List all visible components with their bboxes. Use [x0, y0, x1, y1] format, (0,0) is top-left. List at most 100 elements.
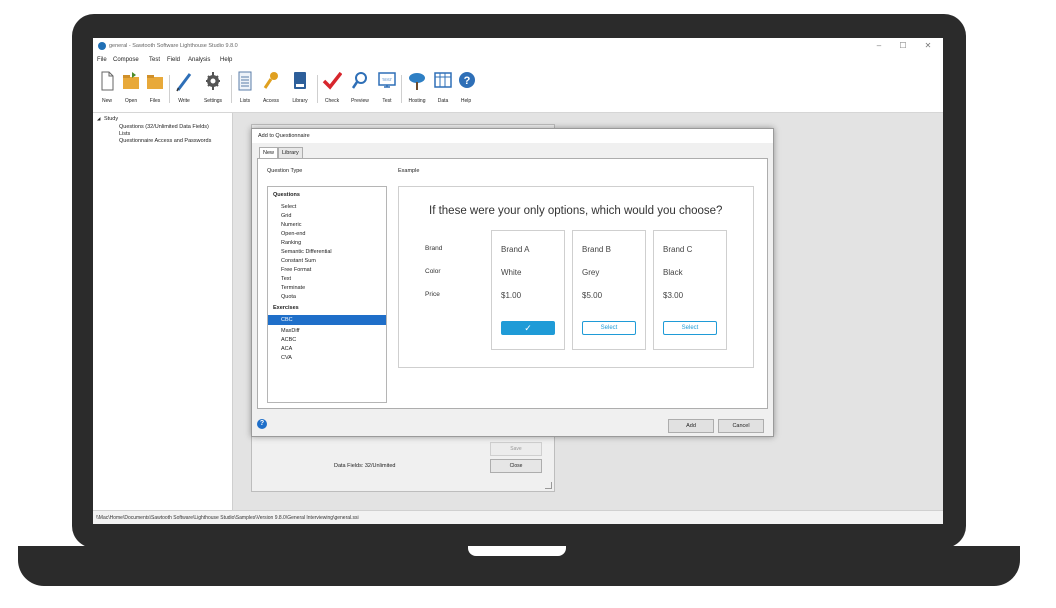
list-item-constant-sum[interactable]: Constant Sum — [281, 258, 316, 264]
open-label: Open — [124, 98, 138, 104]
open-button[interactable]: Open — [121, 69, 141, 111]
files-label: Files — [149, 98, 161, 104]
card-brand: Brand C — [663, 245, 693, 254]
list-item-open-end[interactable]: Open-end — [281, 231, 305, 237]
tree-item-questions[interactable]: Questions (32/Unlimited Data Fields) — [119, 124, 209, 130]
concept-card: Brand B Grey $5.00 Select — [572, 230, 646, 350]
magnifier-icon — [351, 72, 367, 89]
preview-button[interactable]: Preview — [347, 69, 373, 111]
menu-help[interactable]: Help — [220, 57, 232, 63]
list-item-semantic-differential[interactable]: Semantic Differential — [281, 249, 332, 255]
question-type-label: Question Type — [267, 168, 303, 174]
help-button[interactable]: ? Help — [457, 69, 475, 111]
data-button[interactable]: Data — [433, 69, 453, 111]
menu-analysis[interactable]: Analysis — [188, 57, 210, 63]
list-item-cva[interactable]: CVA — [281, 355, 292, 361]
pencil-icon — [176, 73, 192, 92]
tree-item-access[interactable]: Questionnaire Access and Passwords — [119, 138, 211, 144]
gear-icon — [206, 72, 220, 90]
maximize-button[interactable]: ☐ — [897, 41, 909, 50]
close-window-button[interactable]: ✕ — [922, 41, 934, 50]
list-item-quota[interactable]: Quota — [281, 294, 296, 300]
example-question: If these were your only options, which w… — [429, 205, 723, 217]
card-color: White — [501, 268, 522, 277]
add-button[interactable]: Add — [668, 419, 714, 433]
dialog-help-icon[interactable]: ? — [257, 419, 267, 429]
data-label: Data — [437, 98, 449, 104]
toolbar-separator — [317, 75, 318, 103]
select-button[interactable]: Select — [663, 321, 717, 335]
select-button-selected[interactable]: ✓ — [501, 321, 555, 335]
list-item-cbc[interactable]: CBC — [281, 317, 293, 323]
list-item-terminate[interactable]: Terminate — [281, 285, 305, 291]
check-button[interactable]: Check — [321, 69, 343, 111]
help-icon: ? — [459, 72, 475, 88]
dialog-title: Add to Questionnaire — [258, 133, 310, 139]
card-price: $3.00 — [663, 291, 684, 300]
library-button[interactable]: Library — [287, 69, 313, 111]
select-button[interactable]: Select — [582, 321, 636, 335]
menu-test[interactable]: Test — [149, 57, 160, 63]
test-monitor-icon: TEST — [378, 72, 396, 88]
app-logo-icon — [98, 42, 106, 50]
card-brand: Brand A — [501, 245, 530, 254]
list-item-free-format[interactable]: Free Format — [281, 267, 311, 273]
test-label: Test — [382, 98, 392, 104]
new-file-icon — [101, 71, 114, 91]
screen: general - Sawtooth Software Lighthouse S… — [93, 38, 943, 524]
card-brand: Brand B — [582, 245, 611, 254]
files-button[interactable]: Files — [145, 69, 165, 111]
settings-button[interactable]: Settings — [199, 69, 227, 111]
list-icon — [238, 71, 252, 91]
menu-compose[interactable]: Compose — [113, 57, 139, 63]
card-color: Grey — [582, 268, 600, 277]
list-item-numeric[interactable]: Numeric — [281, 222, 301, 228]
files-folder-icon — [147, 75, 163, 89]
tree-item-lists[interactable]: Lists — [119, 131, 130, 137]
test-icon-text: TEST — [382, 77, 393, 82]
menu-field[interactable]: Field — [167, 57, 180, 63]
list-item-grid[interactable]: Grid — [281, 213, 291, 219]
save-button[interactable]: Save — [490, 442, 542, 456]
hosting-button[interactable]: Hosting — [405, 69, 429, 111]
svg-text:?: ? — [464, 75, 471, 87]
check-label: Check — [324, 98, 340, 104]
close-button[interactable]: Close — [490, 459, 542, 473]
preview-label: Preview — [351, 98, 369, 104]
list-item-aca[interactable]: ACA — [281, 346, 292, 352]
study-tree: ◢ Study Questions (32/Unlimited Data Fie… — [93, 113, 233, 510]
cancel-button[interactable]: Cancel — [718, 419, 764, 433]
attribute-price: Price — [425, 291, 440, 298]
toolbar-separator — [401, 75, 402, 103]
cloud-tree-icon — [409, 73, 425, 90]
settings-label: Settings — [203, 98, 223, 104]
menu-file[interactable]: File — [97, 57, 107, 63]
new-button[interactable]: New — [97, 69, 117, 111]
lists-button[interactable]: Lists — [235, 69, 255, 111]
resize-grip[interactable] — [545, 482, 552, 489]
minimize-button[interactable]: – — [873, 41, 885, 50]
tree-expander-icon[interactable]: ◢ — [97, 116, 100, 122]
checkmark-icon — [322, 71, 342, 90]
example-label: Example — [398, 168, 420, 174]
tree-item-study[interactable]: Study — [104, 116, 118, 122]
card-price: $5.00 — [582, 291, 603, 300]
write-label: Write — [178, 98, 190, 104]
question-type-list[interactable]: Questions Select Grid Numeric Open-end R… — [267, 186, 387, 403]
access-button[interactable]: Access — [259, 69, 283, 111]
concept-card: Brand A White $1.00 ✓ — [491, 230, 565, 350]
help-label: Help — [460, 98, 472, 104]
list-item-text[interactable]: Text — [281, 276, 291, 282]
list-item-acbc[interactable]: ACBC — [281, 337, 296, 343]
test-button[interactable]: TEST Test — [377, 69, 397, 111]
new-label: New — [101, 98, 112, 104]
access-label: Access — [262, 98, 280, 104]
status-bar: \\Mac\Home\Documents\Sawtooth Software\L… — [93, 510, 943, 524]
list-item-maxdiff[interactable]: MaxDiff — [281, 328, 300, 334]
concept-card: Brand C Black $3.00 Select — [653, 230, 727, 350]
menu-bar: File Compose Test Field Analysis Help — [93, 55, 943, 67]
toolbar: New Open Files Write Settings Lists Acce… — [93, 67, 943, 113]
write-button[interactable]: Write — [173, 69, 195, 111]
list-item-select[interactable]: Select — [281, 204, 296, 210]
list-item-ranking[interactable]: Ranking — [281, 240, 301, 246]
